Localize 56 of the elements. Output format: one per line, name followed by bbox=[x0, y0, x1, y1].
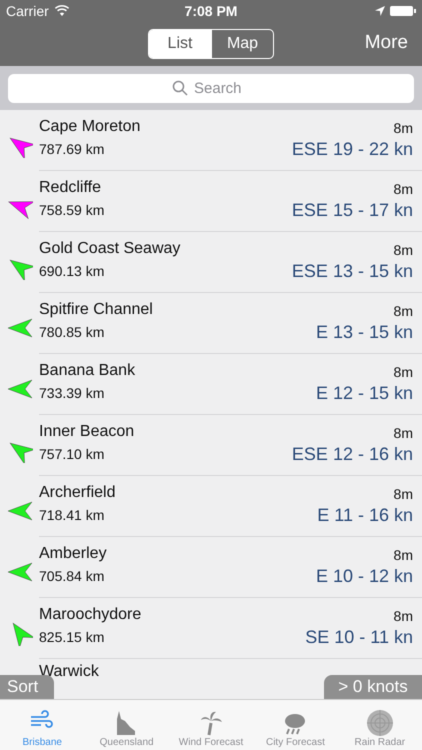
update-age: 8m bbox=[394, 608, 413, 624]
wind-speed: E 13 - 15 kn bbox=[316, 322, 413, 342]
distance-text: 690.13 km bbox=[39, 263, 104, 279]
station-row[interactable]: Gold Coast Seaway 8m 690.13 km ESE 13 - 15 kn bbox=[0, 232, 422, 293]
segment-tab[interactable]: List bbox=[149, 30, 211, 58]
wind-speed: ESE 19 - 22 kn bbox=[292, 138, 413, 160]
distance-text: 733.39 km bbox=[39, 385, 104, 401]
search-icon bbox=[172, 80, 188, 96]
station-row[interactable]: Spitfire Channel 8m 780.85 km E 13 - 15 kn bbox=[0, 293, 422, 354]
distance-text: 705.84 km bbox=[39, 568, 104, 584]
station-name: Banana Bank bbox=[39, 362, 136, 380]
update-age: 8m bbox=[394, 547, 413, 563]
station-row[interactable]: Cape Moreton 8m 787.69 km ESE 19 - 22 kn bbox=[0, 110, 422, 171]
station-name: Cape Moreton bbox=[39, 118, 140, 136]
station-name: Spitfire Channel bbox=[39, 301, 153, 319]
more-button[interactable]: More bbox=[362, 30, 410, 56]
carrier-name: Carrier bbox=[6, 3, 49, 19]
search-input[interactable]: Search bbox=[194, 80, 250, 96]
station-row[interactable]: Archerfield 8m 718.41 km E 11 - 16 kn bbox=[0, 476, 422, 537]
update-age: 8m bbox=[394, 242, 413, 258]
distance-text: 758.59 km bbox=[39, 202, 104, 218]
update-age: 8m bbox=[394, 181, 413, 197]
station-name: Archerfield bbox=[39, 484, 116, 502]
wind-speed: E 11 - 16 kn bbox=[317, 504, 413, 526]
update-age: 8m bbox=[394, 120, 413, 136]
distance-text: 757.10 km bbox=[39, 446, 104, 462]
distance-text: 825.15 km bbox=[39, 629, 104, 645]
station-name: Amberley bbox=[39, 545, 107, 563]
station-row[interactable]: Redcliffe 8m 758.59 km ESE 15 - 17 kn bbox=[0, 171, 422, 232]
location-arrow-icon bbox=[374, 6, 385, 16]
wind-speed: ESE 13 - 15 kn bbox=[292, 260, 413, 282]
wind-speed: E 10 - 12 kn bbox=[316, 566, 413, 586]
wifi-icon bbox=[54, 5, 70, 17]
station-row[interactable]: Inner Beacon 8m 757.10 km ESE 12 - 16 kn bbox=[0, 415, 422, 476]
distance-text: 780.85 km bbox=[39, 324, 104, 340]
distance-text: 718.41 km bbox=[39, 507, 104, 523]
update-age: 8m bbox=[394, 486, 413, 502]
wind-speed: ESE 15 - 17 kn bbox=[292, 200, 413, 220]
segment-tab[interactable]: Map bbox=[211, 30, 273, 58]
wind-speed: ESE 12 - 16 kn bbox=[292, 444, 413, 464]
station-name: Inner Beacon bbox=[39, 423, 134, 441]
battery-icon bbox=[390, 5, 416, 17]
clock-time: 7:08 PM bbox=[184, 3, 238, 19]
station-name: Gold Coast Seaway bbox=[39, 240, 180, 258]
update-age: 8m bbox=[394, 303, 413, 319]
distance-text: 787.69 km bbox=[39, 141, 104, 157]
wind-speed: SE 10 - 11 kn bbox=[305, 626, 413, 648]
station-row[interactable]: Maroochydore 8m 825.15 km SE 10 - 11 kn bbox=[0, 598, 422, 659]
station-row[interactable]: Amberley 8m 705.84 km E 10 - 12 kn bbox=[0, 537, 422, 598]
wind-speed: E 12 - 15 kn bbox=[316, 382, 413, 404]
update-age: 8m bbox=[394, 425, 413, 441]
station-row[interactable]: Banana Bank 8m 733.39 km E 12 - 15 kn bbox=[0, 354, 422, 415]
station-name: Redcliffe bbox=[39, 179, 101, 197]
update-age: 8m bbox=[394, 364, 413, 380]
station-name: Maroochydore bbox=[39, 606, 142, 624]
radar-icon bbox=[366, 709, 394, 737]
